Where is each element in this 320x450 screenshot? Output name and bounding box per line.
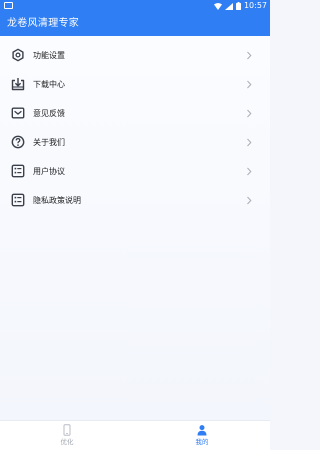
nav-tab-label: 我的 — [195, 438, 209, 446]
chevron-right-icon — [247, 167, 252, 176]
menu-item-label: 下载中心 — [33, 80, 65, 89]
nav-tab-optimize[interactable]: 优化 — [27, 421, 107, 450]
chevron-right-icon — [247, 80, 252, 89]
menu-item-settings[interactable]: 功能设置 — [0, 41, 270, 70]
chevron-right-icon — [247, 51, 252, 60]
user-icon — [197, 425, 207, 436]
help-icon — [11, 135, 25, 149]
privacy-list-icon — [11, 193, 25, 207]
wifi-icon — [213, 2, 222, 10]
menu-item-label: 隐私政策说明 — [33, 196, 81, 205]
status-bar: 10:57 — [0, 0, 270, 12]
chevron-right-icon — [247, 138, 252, 147]
menu-item-label: 用户协议 — [33, 167, 65, 176]
signal-icon — [224, 2, 233, 10]
notification-square-icon — [4, 2, 13, 9]
app-title: 龙卷风清理专家 — [7, 18, 80, 29]
feedback-icon — [11, 107, 25, 119]
status-time: 10:57 — [243, 1, 267, 10]
menu-item-about-us[interactable]: 关于我们 — [0, 128, 270, 157]
phone-icon — [63, 424, 71, 436]
menu-item-download-center[interactable]: 下载中心 — [0, 70, 270, 99]
profile-content: 功能设置 下载中心 意见反馈 关于我们 用户协议 隐私政策说明 — [0, 36, 270, 420]
nav-tab-mine[interactable]: 我的 — [162, 421, 242, 450]
app-screen: 10:57 龙卷风清理专家 功能设置 下载中心 意见反馈 关于我们 用户协议 隐… — [0, 0, 270, 450]
menu-item-label: 功能设置 — [33, 51, 65, 60]
battery-icon — [235, 2, 241, 10]
menu-item-feedback[interactable]: 意见反馈 — [0, 99, 270, 128]
settings-icon — [12, 48, 24, 62]
menu-list: 功能设置 下载中心 意见反馈 关于我们 用户协议 隐私政策说明 — [0, 41, 270, 215]
download-icon — [11, 78, 25, 91]
status-icons-group: 10:57 — [213, 0, 267, 12]
app-bar: 龙卷风清理专家 — [0, 12, 270, 36]
menu-item-user-agreement[interactable]: 用户协议 — [0, 157, 270, 186]
chevron-right-icon — [247, 109, 252, 118]
menu-item-privacy-policy[interactable]: 隐私政策说明 — [0, 186, 270, 215]
bottom-nav: 优化 我的 — [0, 420, 270, 450]
nav-tab-label: 优化 — [60, 438, 74, 446]
document-list-icon — [11, 164, 25, 178]
menu-item-label: 关于我们 — [33, 138, 65, 147]
menu-item-label: 意见反馈 — [33, 109, 65, 118]
chevron-right-icon — [247, 196, 252, 205]
